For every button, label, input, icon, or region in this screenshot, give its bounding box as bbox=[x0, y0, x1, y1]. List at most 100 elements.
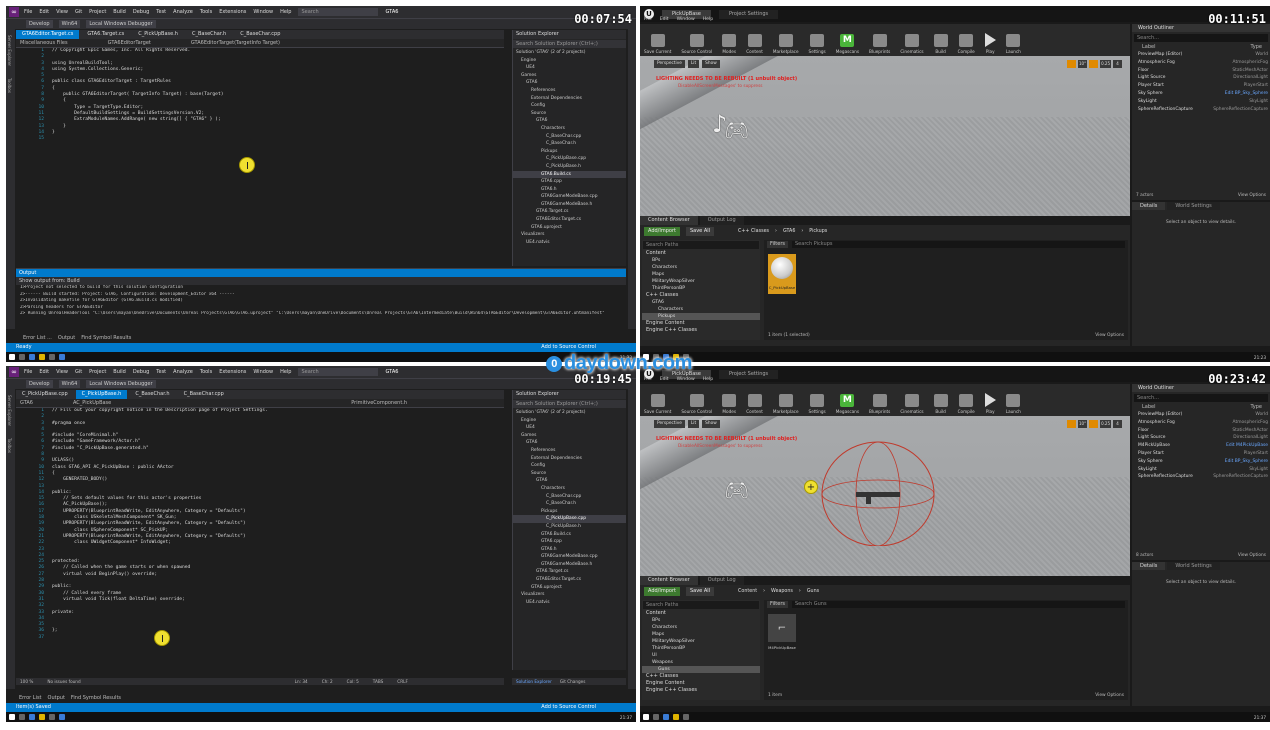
menu-item-help[interactable]: Help bbox=[703, 17, 713, 22]
menu-item-help[interactable]: Help bbox=[280, 9, 291, 15]
world-settings-tab[interactable]: World Settings bbox=[1167, 202, 1220, 210]
solution-tree-item[interactable]: UE4 bbox=[513, 64, 626, 72]
code-editor[interactable]: 1// Copyright Epic Games, Inc. All Right… bbox=[16, 48, 504, 266]
folder-tree-item[interactable]: UI bbox=[642, 652, 760, 659]
solution-tree-item[interactable]: GTA6 bbox=[513, 79, 626, 87]
solution-tree-item[interactable]: UE4.natvis bbox=[513, 599, 626, 607]
output-log-tab[interactable]: Output Log bbox=[699, 216, 744, 225]
breadcrumb-item[interactable]: Weapons bbox=[771, 589, 793, 594]
taskbar-app-icon[interactable] bbox=[29, 714, 35, 720]
taskbar-app-icon[interactable] bbox=[29, 354, 35, 360]
gamepad-icon[interactable]: 🎮︎ bbox=[724, 118, 749, 142]
taskbar-app-icon[interactable] bbox=[19, 714, 25, 720]
filters-button[interactable]: Filters bbox=[767, 601, 788, 608]
solution-tree-item[interactable]: External Dependencies bbox=[513, 455, 626, 463]
camera-speed-value[interactable]: 4 bbox=[1113, 420, 1122, 428]
save-all-button[interactable]: Save All bbox=[685, 226, 715, 236]
actor-type[interactable]: Edit M4PickUpBase bbox=[1226, 442, 1268, 450]
save-current-button[interactable]: Save Current bbox=[644, 34, 671, 54]
search-input[interactable]: Search bbox=[298, 368, 379, 376]
outliner-search-input[interactable]: Search... bbox=[1134, 394, 1268, 402]
add-to-source-control-button[interactable]: Add to Source Control bbox=[541, 343, 596, 352]
play-button[interactable]: Play bbox=[984, 393, 996, 414]
menu-item-window[interactable]: Window bbox=[677, 17, 695, 22]
lit-button[interactable]: Lit bbox=[687, 60, 700, 68]
level-viewport[interactable]: Perspective Lit Show 10° 0.25 4 LIGHTING… bbox=[640, 56, 1130, 216]
blueprints-button[interactable]: Blueprints bbox=[869, 394, 890, 414]
solution-tree-item[interactable]: GTA6Editor.Target.cs bbox=[513, 216, 626, 224]
world-settings-tab[interactable]: World Settings bbox=[1167, 562, 1220, 570]
solution-tree-item[interactable]: Visualizers bbox=[513, 591, 626, 599]
outliner-row[interactable]: M4PickUpBase Edit M4PickUpBase bbox=[1132, 442, 1270, 450]
nav-project[interactable]: Miscellaneous Files bbox=[20, 39, 68, 47]
solution-tree-item[interactable]: GTA6.Target.cs bbox=[513, 208, 626, 216]
menu-item-analyze[interactable]: Analyze bbox=[173, 9, 193, 15]
nav-member[interactable]: GTA6EditorTarget(TargetInfo Target) bbox=[191, 39, 280, 47]
outliner-row[interactable]: Sky Sphere Edit BP_Sky_Sphere bbox=[1132, 458, 1270, 466]
breadcrumb-item[interactable]: GTA6 bbox=[783, 229, 795, 234]
solution-explorer-tab[interactable]: Solution Explorer bbox=[516, 678, 552, 685]
solution-tree-item[interactable]: GTA6GameModeBase.cpp bbox=[513, 193, 626, 201]
nav-member[interactable]: PrimitiveComponent.h bbox=[351, 399, 407, 407]
taskbar-app-icon[interactable] bbox=[59, 714, 65, 720]
menu-item-tools[interactable]: Tools bbox=[200, 369, 212, 375]
folder-tree-item[interactable]: Maps bbox=[642, 271, 760, 278]
solution-tree-item[interactable]: Games bbox=[513, 432, 626, 440]
menu-item-analyze[interactable]: Analyze bbox=[173, 369, 193, 375]
gamepad-icon[interactable]: 🎮︎ bbox=[724, 478, 749, 502]
modes-button[interactable]: Modes bbox=[722, 394, 737, 414]
editor-tab[interactable]: C_PickUpBase.cpp bbox=[16, 390, 74, 399]
folder-tree-item[interactable]: C++ Classes bbox=[642, 292, 760, 299]
config-dropdown[interactable]: Develop bbox=[26, 380, 53, 388]
solution-tree-item[interactable]: GTA6 bbox=[513, 439, 626, 447]
editor-tab[interactable]: C_BaseChar.cpp bbox=[234, 30, 286, 39]
add-import-button[interactable]: Add/Import bbox=[644, 586, 680, 596]
start-debugger-button[interactable]: Local Windows Debugger bbox=[86, 20, 156, 28]
taskbar-app-icon[interactable] bbox=[673, 714, 679, 720]
solution-tree-item[interactable]: GTA6.Build.cs bbox=[513, 170, 626, 179]
lit-button[interactable]: Lit bbox=[687, 420, 700, 428]
menu-item-git[interactable]: Git bbox=[75, 9, 82, 15]
search-input[interactable]: Search bbox=[298, 8, 379, 16]
solution-tree-item[interactable]: GTA6.Build.cs bbox=[513, 531, 626, 539]
solution-tree-item[interactable]: GTA6Editor.Target.cs bbox=[513, 576, 626, 584]
solution-tree-item[interactable]: Config bbox=[513, 102, 626, 110]
platform-dropdown[interactable]: Win64 bbox=[58, 20, 81, 28]
solution-tree-item[interactable]: GTA6.cpp bbox=[513, 178, 626, 186]
play-button[interactable]: Play bbox=[984, 33, 996, 54]
build-button[interactable]: Build bbox=[933, 394, 948, 414]
show-button[interactable]: Show bbox=[702, 60, 720, 68]
asset-tile[interactable]: ⌐ M4PickUpBase bbox=[768, 614, 796, 656]
folder-tree-item[interactable]: C++ Classes bbox=[642, 673, 760, 680]
folder-tree-item[interactable]: Content bbox=[642, 250, 760, 257]
compile-button[interactable]: Compile bbox=[958, 34, 975, 54]
menu-item-edit[interactable]: Edit bbox=[39, 369, 49, 375]
solution-tree-item[interactable]: GTA6GameModeBase.h bbox=[513, 561, 626, 569]
snap-toggle[interactable] bbox=[1089, 60, 1099, 68]
folder-tree-item[interactable]: Engine Content bbox=[642, 680, 760, 687]
outliner-row[interactable]: PreviewMap (Editor) World bbox=[1132, 411, 1270, 419]
solution-tree-item[interactable]: Source bbox=[513, 110, 626, 118]
outliner-row[interactable]: SkyLight SkyLight bbox=[1132, 98, 1270, 106]
solution-tree-item[interactable]: GTA6 bbox=[513, 477, 626, 485]
rotation-snap-value[interactable]: 10° bbox=[1078, 420, 1088, 428]
scale-snap-value[interactable]: 0.25 bbox=[1100, 420, 1111, 428]
taskbar-app-icon[interactable] bbox=[39, 714, 45, 720]
menu-item-window[interactable]: Window bbox=[677, 377, 695, 382]
outliner-row[interactable]: Atmospheric Fog AtmosphericFog bbox=[1132, 419, 1270, 427]
solution-tree-item[interactable]: GTA6.uproject bbox=[513, 224, 626, 232]
solution-tree-item[interactable]: GTA6GameModeBase.cpp bbox=[513, 553, 626, 561]
error-list-tab[interactable]: Error List bbox=[19, 694, 42, 702]
editor-tab[interactable]: GTA6Editor.Target.cs bbox=[16, 30, 80, 39]
blueprints-button[interactable]: Blueprints bbox=[869, 34, 890, 54]
folder-tree-item[interactable]: Engine C++ Classes bbox=[642, 327, 760, 334]
folder-tree-item[interactable]: Pickups bbox=[642, 313, 760, 320]
sphere-collision-gizmo[interactable] bbox=[808, 436, 948, 546]
breadcrumb-item[interactable]: Content bbox=[738, 589, 757, 594]
details-tab[interactable]: Details bbox=[1132, 562, 1166, 570]
solution-tree-item[interactable]: C_BaseChar.h bbox=[513, 140, 626, 148]
camera-speed-value[interactable]: 4 bbox=[1113, 60, 1122, 68]
folder-tree-item[interactable]: Characters bbox=[642, 624, 760, 631]
breadcrumb-item[interactable]: C++ Classes bbox=[738, 229, 769, 234]
start-debugger-button[interactable]: Local Windows Debugger bbox=[86, 380, 156, 388]
